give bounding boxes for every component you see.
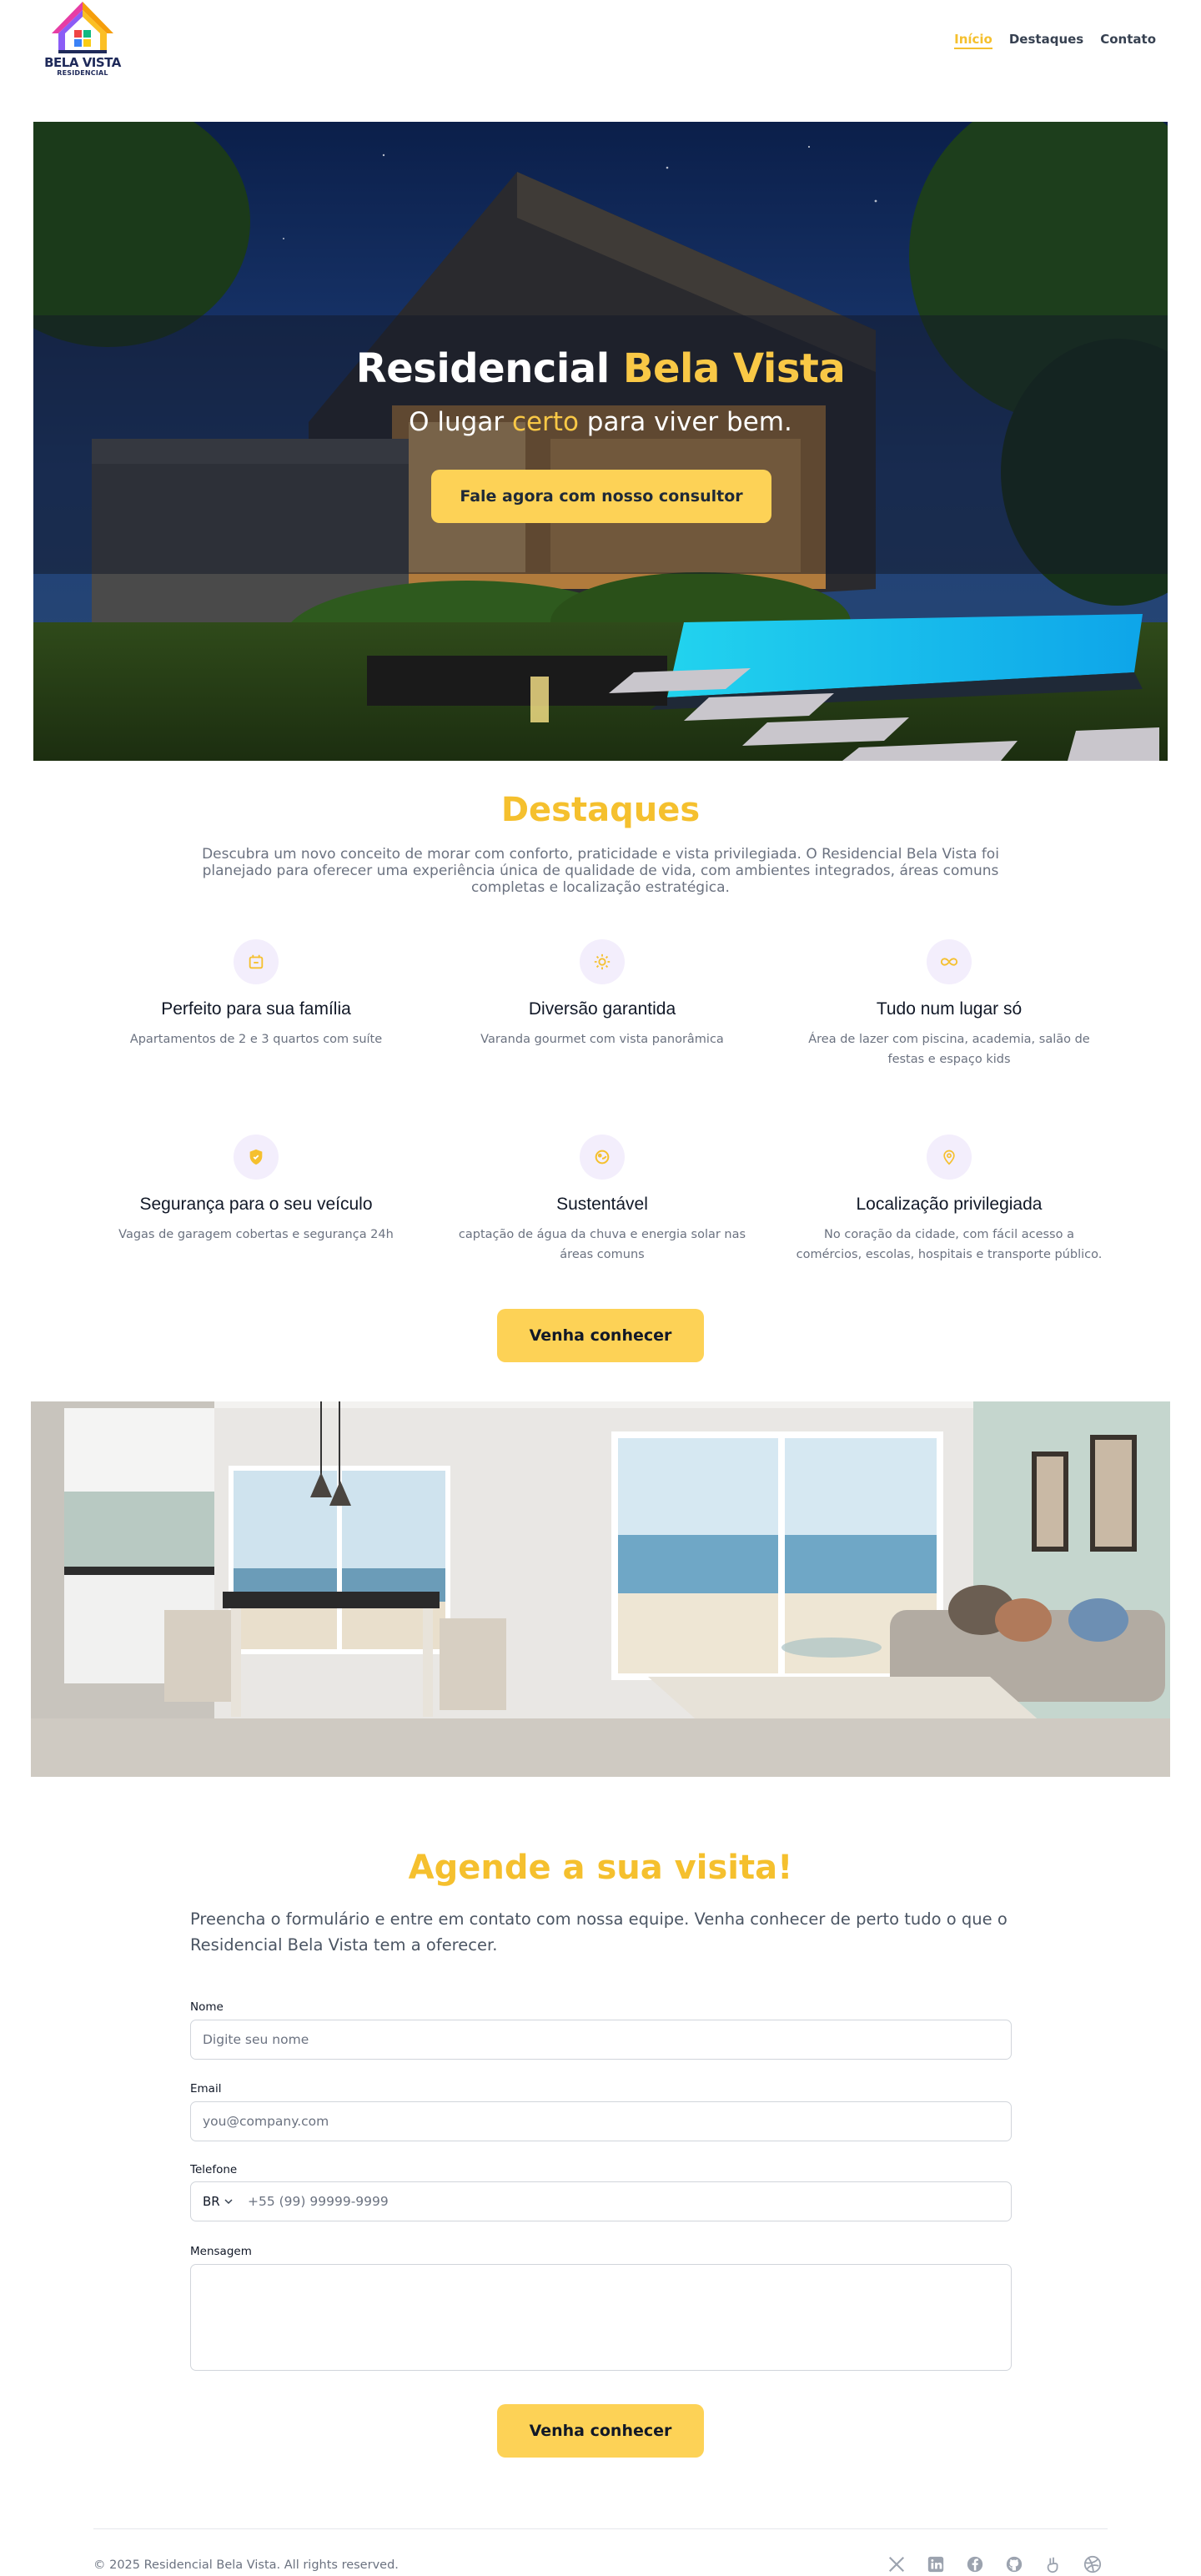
nav-destaques[interactable]: Destaques	[1009, 32, 1083, 49]
social-links	[886, 2553, 1103, 2575]
hero-title: Residencial Bela Vista	[33, 345, 1168, 392]
nav-inicio[interactable]: Início	[954, 32, 992, 49]
message-label: Mensagem	[190, 2245, 252, 2258]
feature-card: Diversão garantida Varanda gourmet com v…	[444, 939, 761, 1049]
country-code: BR	[203, 2194, 220, 2209]
phone-field: BR	[190, 2181, 1012, 2221]
hero-title-accent: Bela Vista	[622, 345, 846, 392]
nav-contato[interactable]: Contato	[1100, 32, 1156, 49]
feature-title: Sustentável	[556, 1195, 648, 1214]
form-title: Agende a sua visita!	[408, 1849, 793, 1887]
site-header: BELA VISTA RESIDENCIAL Início Destaques …	[0, 0, 1201, 83]
feature-desc: Apartamentos de 2 e 3 quartos com suíte	[129, 1033, 383, 1046]
name-input[interactable]	[190, 2020, 1012, 2060]
eco-icon	[580, 1135, 625, 1180]
hero-subtitle: O lugar certo para viver bem.	[33, 407, 1168, 437]
hero-title-main: Residencial	[355, 345, 610, 392]
peace-hand-icon[interactable]	[1043, 2553, 1064, 2575]
feature-desc: No coração da cidade, com fácil acesso a…	[796, 1228, 1103, 1261]
form-intro: Preencha o formulário e entre em contato…	[190, 1909, 1008, 1955]
destaques-title: Destaques	[500, 791, 701, 829]
country-select[interactable]: BR	[203, 2182, 233, 2221]
feature-title: Localização privilegiada	[856, 1195, 1043, 1214]
consultant-button[interactable]: Fale agora com nosso consultor	[431, 470, 771, 523]
feature-card: Segurança para o seu veículo Vagas de ga…	[98, 1135, 415, 1245]
destaques-intro: Descubra um novo conceito de morar com c…	[202, 846, 999, 896]
feature-card: Sustentável captação de água da chuva e …	[444, 1135, 761, 1265]
logo-subtext: RESIDENCIAL	[57, 69, 108, 77]
house-logo-icon	[52, 2, 113, 53]
shield-icon	[234, 1135, 279, 1180]
hero-banner: Residencial Bela Vista O lugar certo par…	[33, 122, 1168, 761]
infinity-icon	[927, 939, 972, 984]
github-icon[interactable]	[1003, 2553, 1025, 2575]
phone-label: Telefone	[190, 2163, 238, 2176]
feature-desc: Varanda gourmet com vista panorâmica	[480, 1033, 724, 1046]
email-label: Email	[190, 2082, 222, 2096]
submit-button[interactable]: Venha conhecer	[497, 2404, 704, 2458]
feature-title: Perfeito para sua família	[161, 999, 351, 1019]
message-textarea[interactable]	[190, 2264, 1012, 2371]
feature-card: Tudo num lugar só Área de lazer com pisc…	[791, 939, 1108, 1069]
feature-desc: Vagas de garagem cobertas e segurança 24…	[118, 1228, 394, 1241]
house-icon	[234, 939, 279, 984]
feature-card: Perfeito para sua família Apartamentos d…	[98, 939, 415, 1049]
copyright: © 2025 Residencial Bela Vista. All right…	[93, 2558, 399, 2572]
dribbble-icon[interactable]	[1082, 2553, 1103, 2575]
email-input[interactable]	[190, 2101, 1012, 2141]
facebook-icon[interactable]	[964, 2553, 986, 2575]
venha-conhecer-button[interactable]: Venha conhecer	[497, 1309, 704, 1362]
feature-title: Tudo num lugar só	[876, 999, 1023, 1019]
footer-divider	[93, 2528, 1108, 2529]
feature-desc: captação de água da chuva e energia sola…	[458, 1228, 746, 1261]
feature-card: Localização privilegiada No coração da c…	[791, 1135, 1108, 1265]
x-icon[interactable]	[886, 2553, 907, 2575]
hero-subtitle-accent: certo	[511, 407, 579, 437]
hero-subtitle-post: para viver bem.	[586, 407, 792, 437]
interior-photo	[31, 1401, 1170, 1777]
linkedin-icon[interactable]	[925, 2553, 947, 2575]
sun-icon	[580, 939, 625, 984]
feature-title: Segurança para o seu veículo	[139, 1195, 373, 1214]
logo[interactable]: BELA VISTA RESIDENCIAL	[43, 0, 122, 80]
feature-desc: Área de lazer com piscina, academia, sal…	[808, 1033, 1090, 1066]
location-pin-icon	[927, 1135, 972, 1180]
feature-title: Diversão garantida	[528, 999, 676, 1019]
hero-subtitle-pre: O lugar	[409, 407, 505, 437]
interior-illustration	[31, 1401, 1170, 1777]
chevron-down-icon	[224, 2199, 233, 2205]
phone-input[interactable]	[239, 2182, 990, 2221]
name-label: Nome	[190, 2000, 224, 2014]
main-nav: Início Destaques Contato	[954, 32, 1156, 49]
logo-text: BELA VISTA	[44, 55, 121, 70]
